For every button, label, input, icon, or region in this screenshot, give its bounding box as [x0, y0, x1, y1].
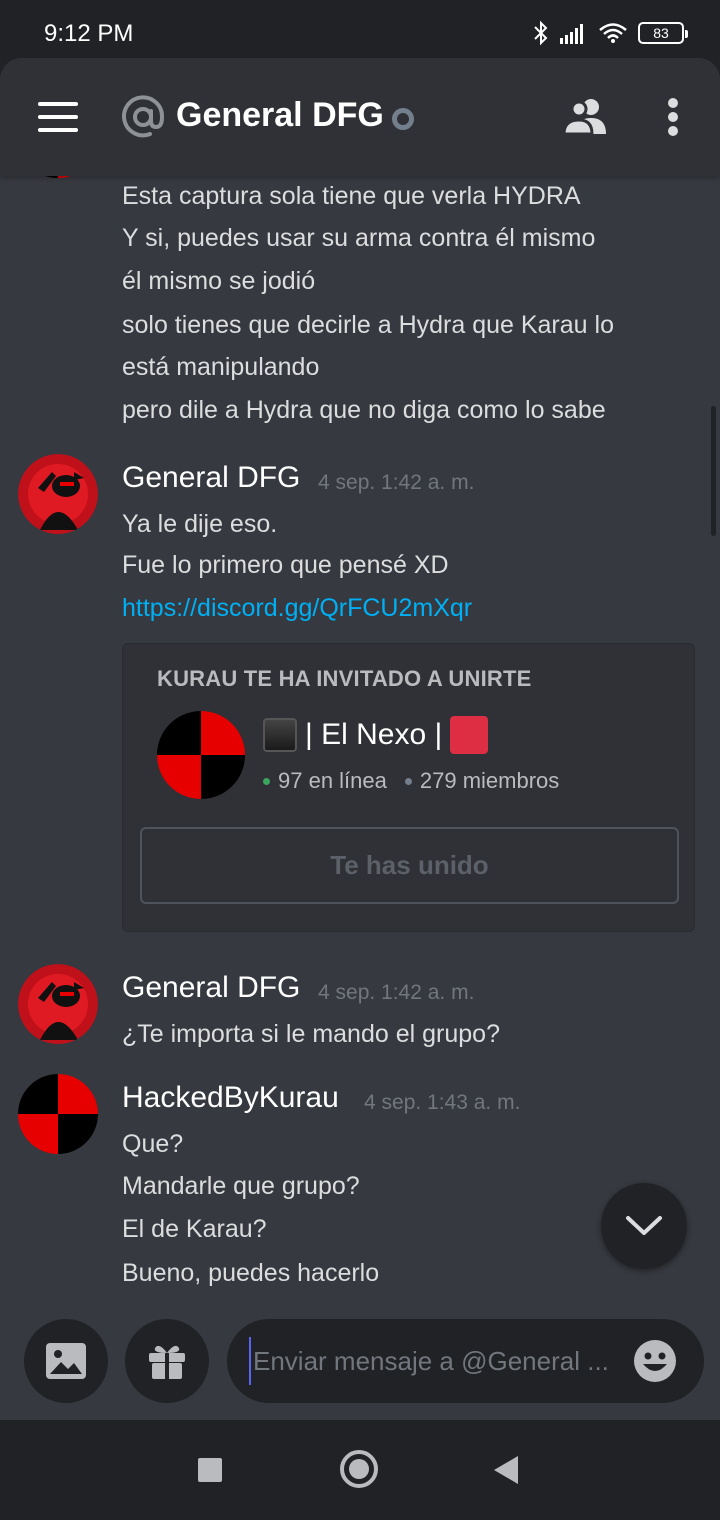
message-line: Ya le dije eso.	[122, 510, 278, 538]
message-line: solo tienes que decirle a Hydra que Kara…	[122, 311, 614, 339]
message-line: Que?	[122, 1130, 184, 1158]
message-line: Fue lo primero que pensé XD	[122, 551, 449, 579]
red-square-emoji-icon	[450, 716, 489, 754]
message-author[interactable]: HackedByKurau	[122, 1081, 339, 1115]
status-time: 9:12 PM	[44, 20, 134, 47]
message-timestamp: 4 sep. 1:42 a. m.	[318, 981, 475, 1004]
system-nav-bar	[0, 1420, 720, 1520]
message-author[interactable]: General DFG	[122, 461, 300, 495]
invite-heading: KURAU TE HA INVITADO A UNIRTE	[157, 666, 532, 691]
header-title: General DFG	[176, 96, 384, 134]
scrollbar[interactable]	[711, 406, 716, 536]
message-line: El de Karau?	[122, 1215, 267, 1243]
members-count: 279 miembros	[419, 768, 560, 793]
gift-icon	[149, 1345, 185, 1379]
message-input[interactable]	[249, 1337, 619, 1385]
attach-image-button[interactable]	[24, 1319, 108, 1403]
bluetooth-icon	[534, 20, 548, 46]
members-dot-icon	[404, 777, 412, 785]
chat-panel: Esta captura sola tiene que verla HYDRA …	[0, 58, 720, 1420]
avatar[interactable]	[18, 454, 98, 534]
guild-name[interactable]: | El Nexo |	[263, 716, 489, 754]
guild-name-text: | El Nexo |	[305, 718, 443, 751]
image-icon	[46, 1343, 86, 1379]
message-line: está manipulando	[122, 353, 320, 381]
message-input-container	[227, 1319, 704, 1403]
emoji-icon[interactable]	[632, 1338, 678, 1384]
message-line: Mandarle que grupo?	[122, 1172, 360, 1200]
message-line: Bueno, puedes hacerlo	[122, 1259, 380, 1287]
avatar[interactable]	[18, 1074, 98, 1154]
back-icon[interactable]	[494, 1456, 518, 1484]
message-timestamp: 4 sep. 1:43 a. m.	[364, 1091, 521, 1114]
gift-button[interactable]	[125, 1319, 209, 1403]
online-count: 97 en línea	[278, 768, 387, 793]
message-author[interactable]: General DFG	[122, 971, 300, 1005]
jump-to-bottom-button[interactable]	[601, 1183, 687, 1269]
message-line: él mismo se jodió	[122, 267, 316, 295]
signal-icon	[560, 24, 583, 44]
guild-counts: 97 en línea 279 miembros	[263, 768, 559, 794]
wifi-icon	[599, 23, 627, 43]
recents-icon[interactable]	[198, 1458, 222, 1482]
members-icon[interactable]	[562, 96, 610, 136]
message-timestamp: 4 sep. 1:42 a. m.	[318, 471, 475, 494]
hamburger-icon[interactable]	[38, 102, 78, 132]
more-vertical-icon[interactable]	[668, 98, 680, 136]
message-line: pero dile a Hydra que no diga como lo sa…	[122, 396, 606, 424]
message-line: Y si, puedes usar su arma contra él mism…	[122, 224, 596, 252]
battery-indicator: 83	[638, 22, 688, 44]
avatar[interactable]	[18, 964, 98, 1044]
at-sign-icon	[122, 95, 165, 138]
home-icon[interactable]	[340, 1450, 378, 1488]
channel-header: General DFG	[0, 58, 720, 176]
guild-icon[interactable]	[157, 711, 245, 799]
message-line: Esta captura sola tiene que verla HYDRA	[122, 182, 581, 210]
status-bar: 9:12 PM 83	[0, 0, 720, 64]
online-dot-icon	[263, 777, 270, 785]
offline-status-icon	[392, 108, 414, 130]
joined-button[interactable]: Te has unido	[140, 827, 679, 904]
status-icons: 83	[532, 20, 688, 46]
invite-embed: KURAU TE HA INVITADO A UNIRTE | El Nexo …	[122, 643, 695, 932]
message-line: ¿Te importa si le mando el grupo?	[122, 1020, 500, 1048]
black-square-emoji-icon	[263, 718, 297, 752]
invite-link[interactable]: https://discord.gg/QrFCU2mXqr	[122, 594, 472, 623]
chevron-down-icon	[626, 1216, 662, 1235]
message-composer	[0, 1298, 720, 1420]
